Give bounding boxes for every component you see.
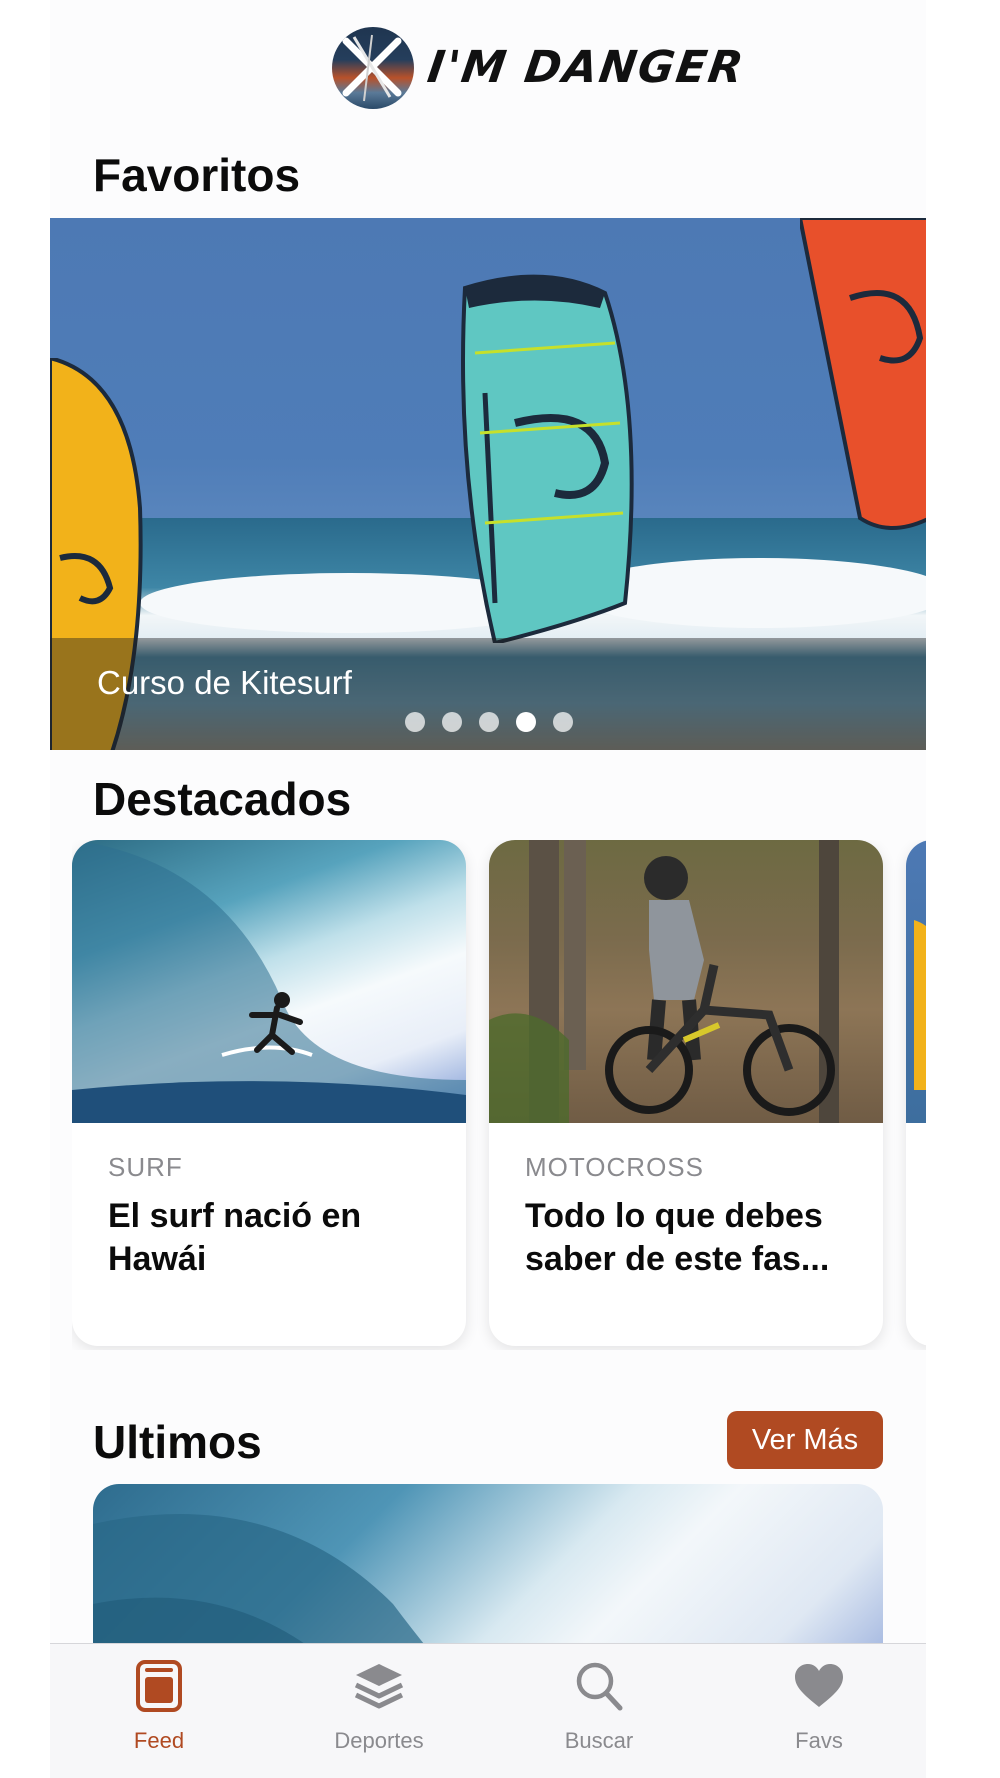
ver-mas-button[interactable]: Ver Más [727,1411,883,1469]
favoritos-carousel[interactable]: Curso de Kitesurf [50,218,926,750]
kite-teal [461,274,634,643]
carousel-dot[interactable] [442,712,462,732]
heart-icon [791,1658,847,1714]
card-category: MOTOCROSS [525,1152,704,1182]
tab-label: Feed [133,1728,185,1753]
card-title: Todo lo que debes saber de este fas... [525,1197,830,1278]
carousel-pagination[interactable] [405,712,573,732]
ultimos-title: Ultimos [93,1416,262,1468]
card-title: El surf nació en Hawái [108,1197,362,1278]
featured-card-motocross[interactable]: MOTOCROSS Todo lo que debes saber de est… [489,840,883,1346]
tab-bar: Feed Deportes Buscar Favs [50,1643,926,1778]
rider-with-bike-image [489,840,883,1123]
card-category: SURF [108,1152,183,1182]
tab-buscar[interactable]: Buscar [519,1644,679,1778]
tab-deportes[interactable]: Deportes [299,1644,459,1778]
tab-label: Buscar [564,1728,634,1753]
carousel-dot[interactable] [479,712,499,732]
surfer-in-wave-image [72,840,466,1123]
tab-favs[interactable]: Favs [739,1644,899,1778]
tab-feed[interactable]: Feed [79,1644,239,1778]
app-logo: I'M DANGER [332,25,748,110]
carousel-dot[interactable] [405,712,425,732]
app-screen: I'M DANGER Favoritos Curso de Kitesurf D… [50,0,926,1778]
kite-image [906,840,926,1123]
carousel-dot[interactable] [553,712,573,732]
search-icon [571,1658,627,1714]
feed-icon [131,1658,187,1714]
logo-badge-icon [332,26,414,109]
favoritos-title: Favoritos [93,149,301,201]
hero-caption-text: Curso de Kitesurf [97,664,352,701]
logo-text: I'M DANGER [424,42,748,93]
destacados-title: Destacados [93,773,352,825]
featured-card-peek[interactable] [906,840,926,1346]
featured-card-surf[interactable]: SURF El surf nació en Hawái [72,840,466,1346]
tab-label: Favs [795,1728,843,1753]
stack-icon [351,1658,407,1714]
destacados-carousel[interactable]: SURF El surf nació en Hawái MOTOCROSS To… [72,840,926,1350]
kite-red [800,218,926,530]
carousel-dot-active[interactable] [516,712,536,732]
tab-label: Deportes [334,1728,424,1753]
